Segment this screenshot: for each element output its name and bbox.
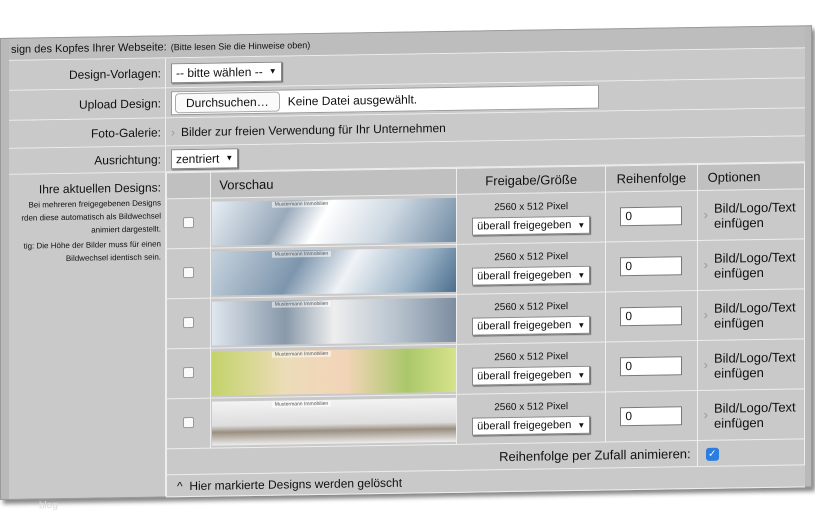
design-vorlagen-label: Design-Vorlagen:: [9, 58, 166, 90]
ausrichtung-select[interactable]: zentriert ▼: [171, 147, 239, 169]
chevron-down-icon: ▼: [577, 270, 586, 280]
designs-note-height: tig: Die Höhe der Bilder muss für einen …: [23, 239, 161, 263]
file-status: Keine Datei ausgewählt.: [287, 91, 418, 108]
col-reihenfolge: Reihenfolge: [605, 164, 698, 192]
chevron-right-icon: ›: [703, 356, 708, 372]
chevron-right-icon: ›: [703, 206, 708, 222]
ausrichtung-label: Ausrichtung:: [9, 146, 166, 174]
designs-note: Bei mehreren freigegebenen Designs rden …: [21, 198, 161, 235]
random-checkbox[interactable]: ✓: [705, 447, 719, 461]
release-value: überall freigegeben: [477, 369, 572, 383]
browse-button[interactable]: Durchsuchen…: [175, 91, 280, 113]
designs-table: Vorschau Freigabe/Größe Reihenfolge Opti…: [166, 162, 805, 497]
designs-title: Ihre aktuellen Designs:: [38, 180, 161, 197]
design-size: 2560 x 512 Pixel: [494, 201, 569, 214]
section-title: sign des Kopfes Ihrer Webseite:: [11, 40, 167, 56]
chevron-up-icon: ^: [177, 478, 183, 493]
order-input[interactable]: 0: [620, 356, 683, 377]
release-value: überall freigegeben: [477, 419, 572, 433]
chevron-right-icon: ›: [703, 306, 708, 322]
chevron-down-icon: ▼: [577, 370, 586, 380]
design-preview[interactable]: Mustermann Immobilien: [211, 197, 456, 246]
insert-option-link[interactable]: Bild/Logo/Text einfügen: [714, 249, 804, 280]
row-checkbox[interactable]: [183, 316, 195, 328]
release-value: überall freigegeben: [477, 319, 572, 333]
ausrichtung-value: zentriert: [176, 151, 220, 166]
chevron-right-icon: ›: [703, 256, 708, 272]
release-select[interactable]: überall freigegeben ▼: [472, 265, 591, 286]
section-hint: (Bitte lesen Sie die Hinweise oben): [170, 39, 311, 52]
galerie-link[interactable]: Bilder zur freien Verwendung für Ihr Unt…: [181, 120, 446, 138]
insert-option-link[interactable]: Bild/Logo/Text einfügen: [714, 349, 804, 380]
row-checkbox[interactable]: [183, 216, 195, 228]
release-value: überall freigegeben: [477, 219, 572, 233]
chevron-down-icon: ▼: [577, 220, 586, 230]
insert-option-link[interactable]: Bild/Logo/Text einfügen: [714, 199, 804, 230]
preview-caption: Mustermann Immobilien: [271, 300, 332, 308]
design-preview[interactable]: Mustermann Immobilien: [211, 397, 456, 446]
chevron-down-icon: ▼: [577, 420, 586, 430]
col-vorschau: Vorschau: [210, 168, 457, 199]
preview-caption: Mustermann Immobilien: [271, 250, 332, 258]
preview-caption: Mustermann Immobilien: [271, 400, 332, 408]
design-size: 2560 x 512 Pixel: [494, 351, 569, 364]
design-preview[interactable]: Mustermann Immobilien: [211, 297, 456, 346]
delete-note: Hier markierte Designs werden gelöscht: [189, 475, 403, 493]
chevron-down-icon: ▼: [268, 66, 277, 76]
design-vorlagen-value: -- bitte wählen --: [176, 64, 263, 80]
insert-option-link[interactable]: Bild/Logo/Text einfügen: [714, 299, 804, 330]
order-input[interactable]: 0: [620, 256, 683, 277]
row-checkbox[interactable]: [183, 366, 195, 378]
order-input[interactable]: 0: [620, 206, 683, 227]
design-preview[interactable]: Mustermann Immobilien: [211, 347, 456, 396]
release-select[interactable]: überall freigegeben ▼: [472, 315, 591, 336]
row-checkbox[interactable]: [183, 416, 195, 428]
design-preview[interactable]: Mustermann Immobilien: [211, 247, 456, 296]
col-optionen: Optionen: [697, 162, 805, 191]
chevron-right-icon: ›: [171, 124, 175, 139]
designs-info: Ihre aktuellen Designs: Bei mehreren fre…: [9, 172, 166, 499]
row-checkbox[interactable]: [183, 266, 195, 278]
upload-file-input[interactable]: Durchsuchen… Keine Datei ausgewählt.: [171, 84, 599, 115]
chevron-right-icon: ›: [703, 406, 708, 422]
design-vorlagen-select[interactable]: -- bitte wählen -- ▼: [171, 61, 282, 83]
upload-label: Upload Design:: [9, 88, 166, 120]
design-size: 2560 x 512 Pixel: [494, 401, 569, 414]
galerie-label: Foto-Galerie:: [9, 118, 166, 148]
preview-caption: Mustermann Immobilien: [271, 200, 332, 208]
release-select[interactable]: überall freigegeben ▼: [472, 415, 591, 436]
watermark: blog: [39, 500, 58, 512]
design-panel: sign des Kopfes Ihrer Webseite: (Bitte l…: [0, 25, 812, 511]
design-size: 2560 x 512 Pixel: [494, 251, 569, 264]
release-value: überall freigegeben: [477, 269, 572, 283]
release-select[interactable]: überall freigegeben ▼: [472, 215, 591, 236]
col-select: [166, 172, 211, 199]
order-input[interactable]: 0: [620, 306, 683, 327]
chevron-down-icon: ▼: [225, 153, 234, 163]
release-select[interactable]: überall freigegeben ▼: [472, 365, 591, 386]
col-freigabe: Freigabe/Größe: [456, 165, 606, 195]
order-input[interactable]: 0: [620, 406, 683, 427]
design-size: 2560 x 512 Pixel: [494, 301, 569, 314]
preview-caption: Mustermann Immobilien: [271, 350, 332, 358]
insert-option-link[interactable]: Bild/Logo/Text einfügen: [714, 399, 804, 430]
chevron-down-icon: ▼: [577, 320, 586, 330]
